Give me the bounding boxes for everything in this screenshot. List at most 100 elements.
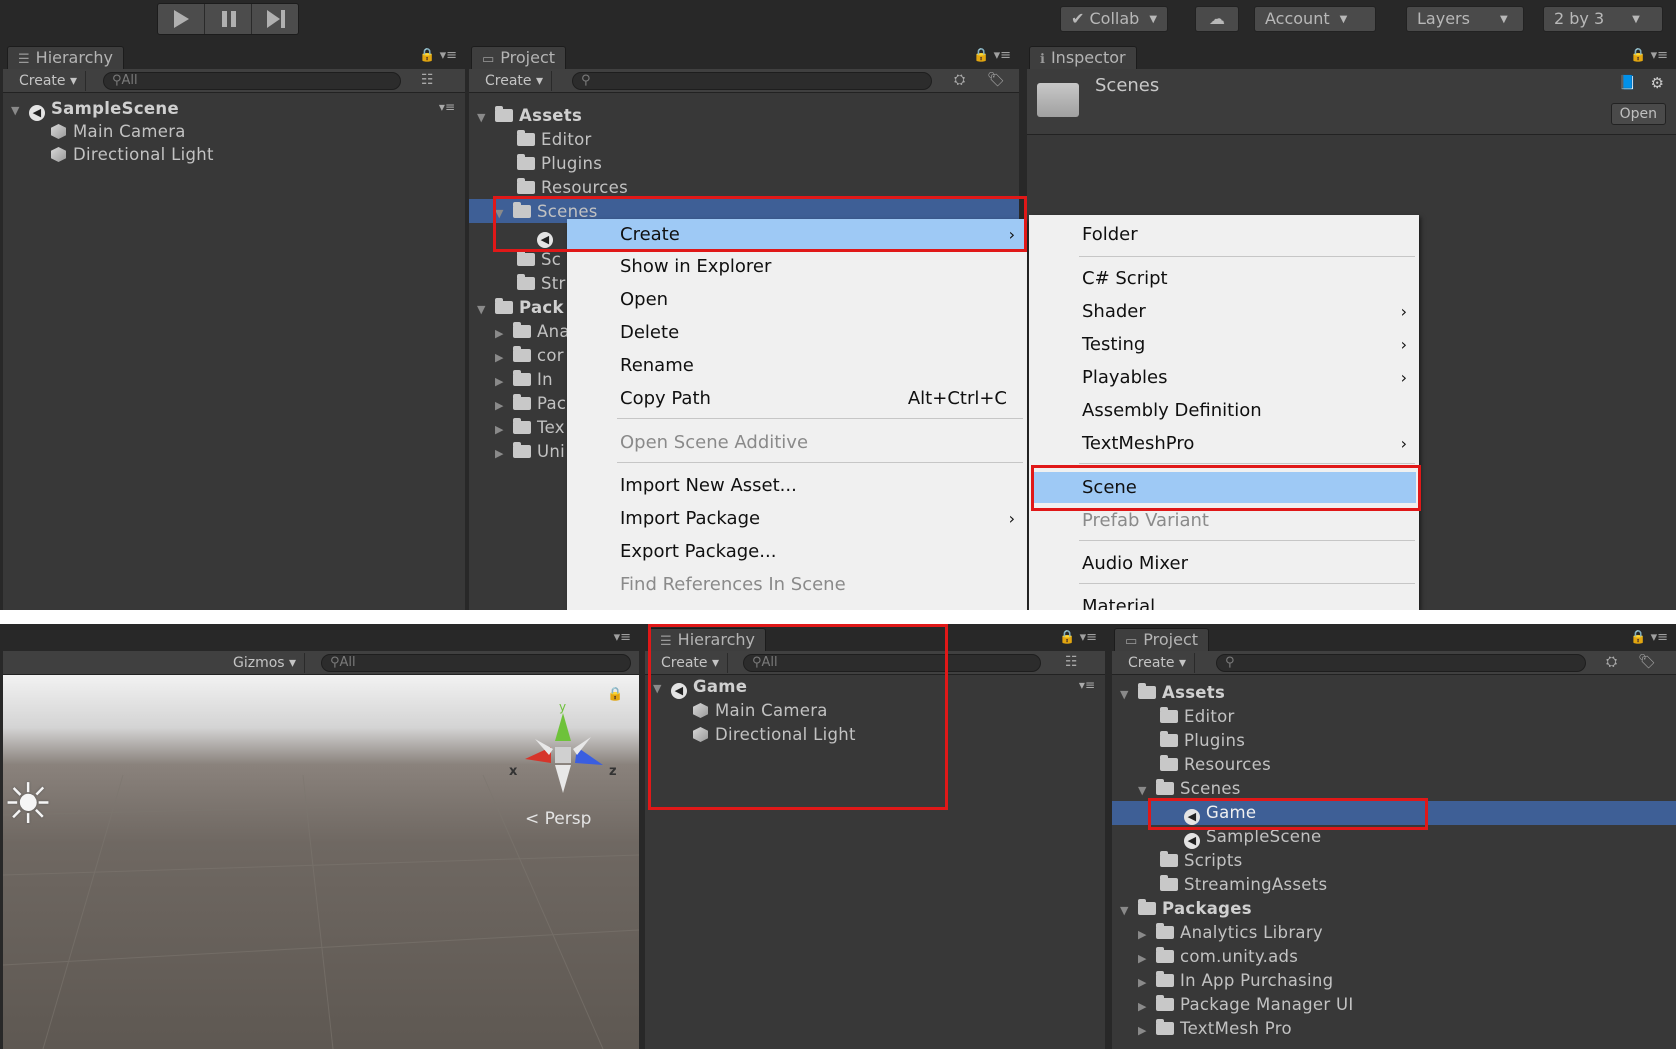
orientation-gizmo[interactable]: y x z xyxy=(505,703,625,803)
lock-icon[interactable]: 🔒 xyxy=(607,687,623,702)
play-controls xyxy=(157,3,299,35)
package-com-unity-ads[interactable]: ▶ com.unity.ads xyxy=(1138,945,1298,968)
folder-editor[interactable]: Editor xyxy=(1160,705,1235,728)
submenu-item-shader[interactable]: Shader › xyxy=(1029,296,1419,327)
search-input[interactable]: ⚲ xyxy=(572,72,932,90)
panel-menu-icon[interactable]: 🔒 ▾≡ xyxy=(1059,630,1097,645)
folder-plugins[interactable]: Plugins xyxy=(517,152,602,175)
folder-streaming-partial[interactable]: Str xyxy=(517,272,566,295)
filter-type-icon[interactable]: ⛭ xyxy=(1606,654,1617,670)
tab-hierarchy[interactable]: ☰ Hierarchy xyxy=(7,46,124,69)
package-row[interactable]: ▶ cor xyxy=(495,344,564,367)
tag-icon[interactable]: 🏷 xyxy=(1638,654,1656,670)
menu-item-import-new-asset[interactable]: Import New Asset... xyxy=(567,470,1027,501)
assets-row[interactable]: ▼ Assets xyxy=(477,104,582,127)
menu-item-delete[interactable]: Delete xyxy=(567,317,1027,348)
assets-row[interactable]: ▼ Assets xyxy=(1120,681,1225,704)
scene-menu-icon[interactable]: ▾≡ xyxy=(1079,678,1095,692)
cloud-button[interactable]: ☁ xyxy=(1195,6,1239,32)
folder-scenes[interactable]: ▼ Scenes xyxy=(1138,777,1241,800)
collab-button[interactable]: ✔ Collab ▼ xyxy=(1060,6,1169,32)
search-input[interactable]: ⚲ xyxy=(1216,654,1586,672)
step-button[interactable] xyxy=(252,4,299,34)
folder-streamingassets[interactable]: StreamingAssets xyxy=(1160,873,1327,896)
packages-row[interactable]: ▼ Packages xyxy=(1120,897,1252,920)
chevron-right-icon: › xyxy=(1400,434,1407,453)
gizmos-dropdown[interactable]: Gizmos ▾ xyxy=(225,653,306,673)
account-button[interactable]: Account ▼ xyxy=(1254,6,1376,32)
package-row[interactable]: ▶ Pac xyxy=(495,392,566,415)
tab-project[interactable]: ▭ Project xyxy=(471,46,567,69)
project-toolbar: Create ▾ ⚲ ⛭ 🏷 xyxy=(469,69,1019,93)
menu-item-rename[interactable]: Rename xyxy=(567,350,1027,381)
submenu-item-material[interactable]: Material xyxy=(1029,591,1419,610)
folder-icon xyxy=(1138,899,1156,915)
package-row[interactable]: ▶ In xyxy=(495,368,553,391)
folder-icon: ▭ xyxy=(482,52,495,67)
panel-menu-icon[interactable]: 🔒 ▾≡ xyxy=(1630,630,1668,645)
hierarchy-item-main-camera[interactable]: Main Camera xyxy=(51,120,186,143)
tag-icon[interactable]: 🏷 xyxy=(987,72,1005,88)
menu-item-export-package[interactable]: Export Package... xyxy=(567,536,1027,567)
folder-icon xyxy=(517,130,535,146)
search-input[interactable]: ⚲All xyxy=(321,654,631,672)
submenu-item-textmeshpro[interactable]: TextMeshPro › xyxy=(1029,428,1419,459)
filter-type-icon[interactable]: ⛭ xyxy=(954,72,965,88)
play-button[interactable] xyxy=(158,4,205,34)
panel-menu-icon[interactable]: ▾≡ xyxy=(614,630,631,645)
menu-item-copy-path[interactable]: Copy Path Alt+Ctrl+C xyxy=(567,383,1027,414)
submenu-item-audio-mixer[interactable]: Audio Mixer xyxy=(1029,548,1419,579)
search-input[interactable]: ⚲All xyxy=(103,72,401,90)
hierarchy-item-directional-light[interactable]: Directional Light xyxy=(51,143,214,166)
create-dropdown[interactable]: Create ▾ xyxy=(11,71,87,91)
package-manager-ui[interactable]: ▶ Package Manager UI xyxy=(1138,993,1354,1016)
package-textmesh-pro[interactable]: ▶ TextMesh Pro xyxy=(1138,1017,1292,1040)
bottom-screenshot: ▾≡ Gizmos ▾ ⚲All ☀ y x z 🔒 < Persp ☰ Hie… xyxy=(0,624,1676,1049)
create-dropdown[interactable]: Create ▾ xyxy=(1120,653,1196,673)
axis-z-label: z xyxy=(609,764,617,779)
package-row[interactable]: ▶ Tex xyxy=(495,416,565,439)
scene-menu-icon[interactable]: ▾≡ xyxy=(439,100,455,114)
submenu-item-playables[interactable]: Playables › xyxy=(1029,362,1419,393)
folder-scripts[interactable]: Scripts xyxy=(1160,849,1243,872)
filter-icon[interactable]: ☷ xyxy=(1065,654,1078,670)
submenu-item-csharp-script[interactable]: C# Script xyxy=(1029,263,1419,294)
submenu-item-testing[interactable]: Testing › xyxy=(1029,329,1419,360)
panel-menu-icon[interactable]: 🔒 ▾≡ xyxy=(973,48,1011,63)
help-icon[interactable]: 📘 xyxy=(1619,75,1636,91)
folder-editor[interactable]: Editor xyxy=(517,128,592,151)
submenu-item-folder[interactable]: Folder xyxy=(1029,219,1419,250)
folder-icon xyxy=(1160,851,1178,867)
folder-icon: ▭ xyxy=(1125,634,1138,649)
panel-menu-icon[interactable]: 🔒 ▾≡ xyxy=(419,48,457,63)
folder-icon xyxy=(513,370,531,386)
menu-item-open[interactable]: Open xyxy=(567,284,1027,315)
scene-row[interactable]: ▼ ◀ SampleScene xyxy=(11,97,179,121)
folder-plugins[interactable]: Plugins xyxy=(1160,729,1245,752)
submenu-item-assembly-definition[interactable]: Assembly Definition xyxy=(1029,395,1419,426)
package-row[interactable]: ▶ Ana xyxy=(495,320,570,343)
package-in-app-purchasing[interactable]: ▶ In App Purchasing xyxy=(1138,969,1333,992)
scene-viewport[interactable]: ☀ y x z 🔒 < Persp xyxy=(3,675,639,1049)
sun-icon: ☀ xyxy=(3,772,54,837)
menu-item-show-in-explorer[interactable]: Show in Explorer xyxy=(567,251,1027,282)
tab-project[interactable]: ▭ Project xyxy=(1114,628,1210,651)
settings-icon[interactable]: ⚙ xyxy=(1651,74,1664,92)
packages-row[interactable]: ▼ Pack xyxy=(477,296,564,319)
project-tabbar: ▭ Project 🔒 ▾≡ xyxy=(1112,624,1676,651)
create-dropdown[interactable]: Create ▾ xyxy=(477,71,553,91)
open-button[interactable]: Open xyxy=(1610,103,1666,125)
tab-inspector[interactable]: ℹ Inspector xyxy=(1029,46,1137,69)
persp-label[interactable]: < Persp xyxy=(525,809,591,829)
pause-button[interactable] xyxy=(205,4,252,34)
panel-menu-icon[interactable]: 🔒 ▾≡ xyxy=(1630,48,1668,63)
filter-icon[interactable]: ☷ xyxy=(421,72,434,88)
inspector-title: Scenes xyxy=(1095,75,1160,96)
layout-button[interactable]: 2 by 3 ▼ xyxy=(1543,6,1663,32)
layers-button[interactable]: Layers ▼ xyxy=(1406,6,1524,32)
package-analytics-library[interactable]: ▶ Analytics Library xyxy=(1138,921,1323,944)
collapse-icon: ▶ xyxy=(1138,1000,1147,1013)
package-row[interactable]: ▶ Uni xyxy=(495,440,565,463)
menu-item-import-package[interactable]: Import Package › xyxy=(567,503,1027,534)
folder-resources[interactable]: Resources xyxy=(1160,753,1271,776)
